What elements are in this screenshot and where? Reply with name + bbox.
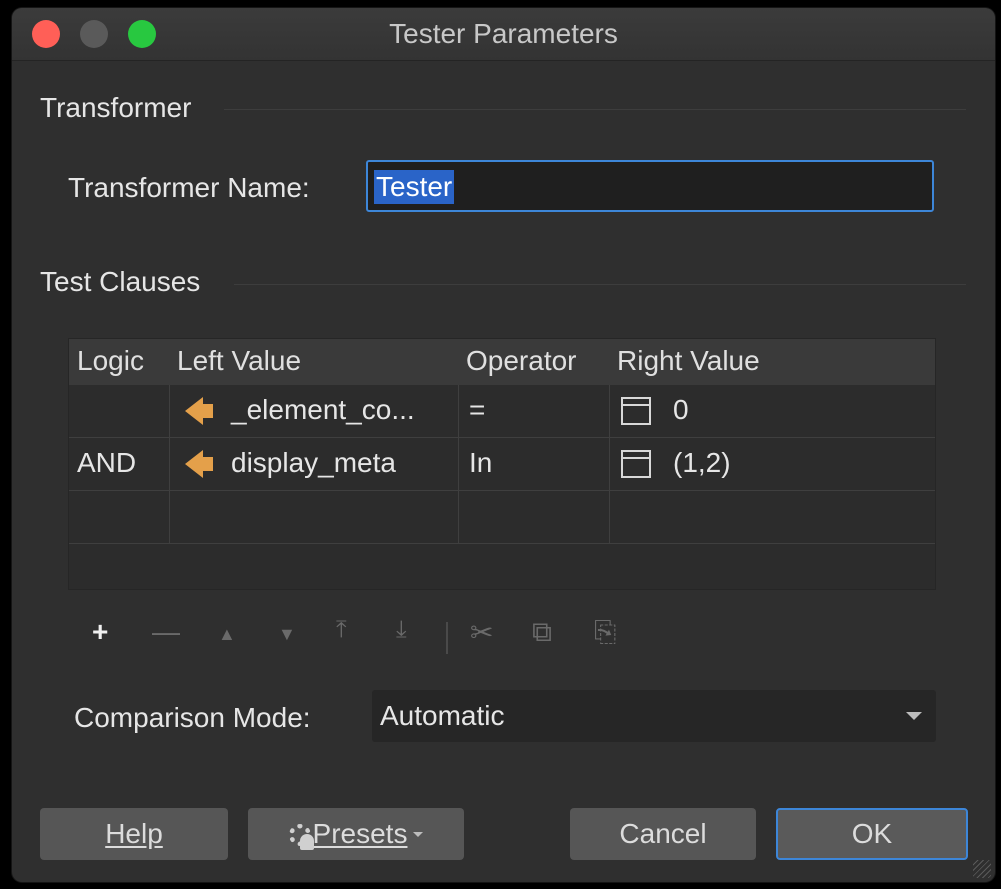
operator-cell[interactable]: In xyxy=(469,447,492,479)
text-value-icon xyxy=(621,450,651,478)
column-header-logic[interactable]: Logic xyxy=(77,345,144,377)
resize-grip-icon[interactable] xyxy=(973,860,991,878)
help-button[interactable]: Help xyxy=(40,808,228,860)
window-title: Tester Parameters xyxy=(389,18,618,49)
comparison-mode-label: Comparison Mode: xyxy=(74,702,311,733)
move-down-button[interactable]: ▼ xyxy=(278,624,296,645)
paste-button[interactable]: ⎘ xyxy=(594,616,616,649)
chevron-down-icon xyxy=(413,832,424,837)
left-value-cell[interactable]: display_meta xyxy=(231,447,396,479)
table-header: Logic Left Value Operator Right Value xyxy=(69,339,935,385)
test-clauses-section-title: Test Clauses xyxy=(40,266,201,297)
user-icon xyxy=(300,834,314,850)
attribute-icon xyxy=(185,450,213,478)
text-value-icon xyxy=(621,397,651,425)
test-clauses-section-divider xyxy=(234,284,966,285)
column-header-right-value[interactable]: Right Value xyxy=(617,345,760,377)
transformer-section-title: Transformer xyxy=(40,92,192,123)
empty-table-row[interactable] xyxy=(69,491,935,544)
move-up-button[interactable]: ▲ xyxy=(218,624,236,645)
presets-button-label: Presets xyxy=(312,818,408,849)
operator-cell[interactable]: = xyxy=(469,394,485,426)
help-button-label: Help xyxy=(105,818,163,849)
transformer-name-value: Tester xyxy=(374,170,455,204)
move-to-top-button[interactable]: ⤒ xyxy=(336,616,347,644)
comparison-mode-value: Automatic xyxy=(380,700,505,731)
ok-button[interactable]: OK xyxy=(776,808,968,860)
left-value-cell[interactable]: _element_co... xyxy=(231,394,415,426)
toolbar-divider xyxy=(446,622,448,654)
tester-parameters-dialog: Tester Parameters Transformer Transforme… xyxy=(12,8,995,882)
comparison-mode-select[interactable]: Automatic xyxy=(372,690,936,742)
column-header-operator[interactable]: Operator xyxy=(466,345,577,377)
add-row-button[interactable]: + xyxy=(92,616,108,648)
column-header-left-value[interactable]: Left Value xyxy=(177,345,301,377)
cut-button[interactable]: ✂ xyxy=(470,616,493,649)
test-clauses-table: Logic Left Value Operator Right Value _e… xyxy=(68,338,936,590)
title-bar: Tester Parameters xyxy=(12,8,995,61)
transformer-name-input[interactable]: Tester xyxy=(366,160,934,212)
right-value-cell[interactable]: 0 xyxy=(673,394,689,426)
table-row[interactable]: _element_co... = 0 xyxy=(69,385,935,438)
transformer-name-label: Transformer Name: xyxy=(68,172,310,203)
remove-row-button[interactable]: — xyxy=(152,616,180,648)
logic-cell[interactable]: AND xyxy=(77,447,136,479)
copy-button[interactable]: ⧉ xyxy=(532,616,552,649)
right-value-cell[interactable]: (1,2) xyxy=(673,447,731,479)
chevron-down-icon xyxy=(906,712,922,720)
presets-button[interactable]: Presets xyxy=(248,808,464,860)
attribute-icon xyxy=(185,397,213,425)
cancel-button[interactable]: Cancel xyxy=(570,808,756,860)
table-row[interactable]: AND display_meta In (1,2) xyxy=(69,438,935,491)
transformer-section-divider xyxy=(224,109,966,110)
move-to-bottom-button[interactable]: ⤓ xyxy=(396,616,407,644)
